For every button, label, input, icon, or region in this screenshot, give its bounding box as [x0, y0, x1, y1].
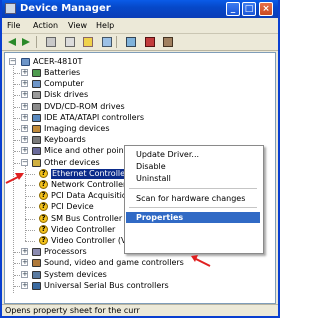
arrow-to-properties — [191, 255, 211, 267]
annotation-arrows — [5, 173, 211, 267]
arrow-to-ethernet-controller — [5, 173, 24, 184]
